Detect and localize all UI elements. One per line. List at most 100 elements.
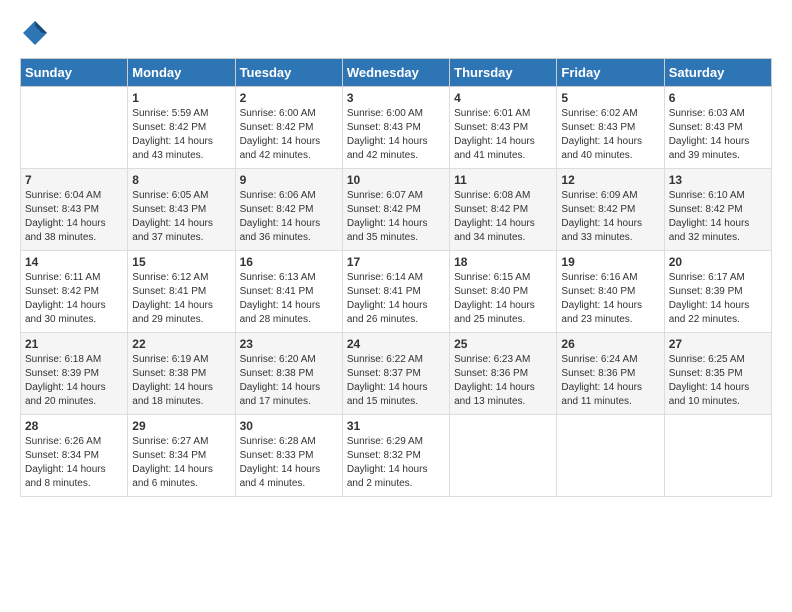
calendar-table: SundayMondayTuesdayWednesdayThursdayFrid… xyxy=(20,58,772,497)
cell-info: Sunrise: 6:10 AMSunset: 8:42 PMDaylight:… xyxy=(669,189,767,245)
calendar-cell: 8 Sunrise: 6:05 AMSunset: 8:43 PMDaylight… xyxy=(128,169,235,251)
day-number: 17 xyxy=(347,255,445,269)
cell-info: Sunrise: 6:28 AMSunset: 8:33 PMDaylight:… xyxy=(240,435,338,491)
header-day: Sunday xyxy=(21,59,128,87)
calendar-cell: 21 Sunrise: 6:18 AMSunset: 8:39 PMDayligh… xyxy=(21,333,128,415)
day-number: 18 xyxy=(454,255,552,269)
cell-info: Sunrise: 6:07 AMSunset: 8:42 PMDaylight:… xyxy=(347,189,445,245)
day-number: 1 xyxy=(132,91,230,105)
calendar-cell xyxy=(557,415,664,497)
page: SundayMondayTuesdayWednesdayThursdayFrid… xyxy=(0,0,792,507)
cell-info: Sunrise: 6:19 AMSunset: 8:38 PMDaylight:… xyxy=(132,353,230,409)
header xyxy=(20,18,772,48)
cell-info: Sunrise: 6:17 AMSunset: 8:39 PMDaylight:… xyxy=(669,271,767,327)
day-number: 21 xyxy=(25,337,123,351)
calendar-cell: 18 Sunrise: 6:15 AMSunset: 8:40 PMDayligh… xyxy=(450,251,557,333)
calendar-body: 1 Sunrise: 5:59 AMSunset: 8:42 PMDaylight… xyxy=(21,87,772,497)
calendar-cell: 17 Sunrise: 6:14 AMSunset: 8:41 PMDayligh… xyxy=(342,251,449,333)
day-number: 20 xyxy=(669,255,767,269)
calendar-cell: 29 Sunrise: 6:27 AMSunset: 8:34 PMDayligh… xyxy=(128,415,235,497)
calendar-cell: 30 Sunrise: 6:28 AMSunset: 8:33 PMDayligh… xyxy=(235,415,342,497)
calendar-cell: 15 Sunrise: 6:12 AMSunset: 8:41 PMDayligh… xyxy=(128,251,235,333)
day-number: 29 xyxy=(132,419,230,433)
calendar-cell: 31 Sunrise: 6:29 AMSunset: 8:32 PMDayligh… xyxy=(342,415,449,497)
cell-info: Sunrise: 6:01 AMSunset: 8:43 PMDaylight:… xyxy=(454,107,552,163)
header-day: Tuesday xyxy=(235,59,342,87)
cell-info: Sunrise: 6:24 AMSunset: 8:36 PMDaylight:… xyxy=(561,353,659,409)
cell-info: Sunrise: 6:06 AMSunset: 8:42 PMDaylight:… xyxy=(240,189,338,245)
cell-info: Sunrise: 6:29 AMSunset: 8:32 PMDaylight:… xyxy=(347,435,445,491)
day-number: 15 xyxy=(132,255,230,269)
day-number: 31 xyxy=(347,419,445,433)
calendar-cell: 13 Sunrise: 6:10 AMSunset: 8:42 PMDayligh… xyxy=(664,169,771,251)
calendar-cell: 10 Sunrise: 6:07 AMSunset: 8:42 PMDayligh… xyxy=(342,169,449,251)
cell-info: Sunrise: 6:00 AMSunset: 8:42 PMDaylight:… xyxy=(240,107,338,163)
day-number: 3 xyxy=(347,91,445,105)
day-number: 4 xyxy=(454,91,552,105)
header-day: Wednesday xyxy=(342,59,449,87)
day-number: 10 xyxy=(347,173,445,187)
calendar-cell: 9 Sunrise: 6:06 AMSunset: 8:42 PMDaylight… xyxy=(235,169,342,251)
cell-info: Sunrise: 6:09 AMSunset: 8:42 PMDaylight:… xyxy=(561,189,659,245)
calendar-cell: 14Sunrise: 6:11 AMSunset: 8:42 PMDayligh… xyxy=(21,251,128,333)
day-number: 23 xyxy=(240,337,338,351)
cell-info: Sunrise: 6:22 AMSunset: 8:37 PMDaylight:… xyxy=(347,353,445,409)
calendar-cell xyxy=(21,87,128,169)
calendar-cell: 12 Sunrise: 6:09 AMSunset: 8:42 PMDayligh… xyxy=(557,169,664,251)
day-number: 8 xyxy=(132,173,230,187)
calendar-cell: 4 Sunrise: 6:01 AMSunset: 8:43 PMDaylight… xyxy=(450,87,557,169)
cell-info: Sunrise: 6:05 AMSunset: 8:43 PMDaylight:… xyxy=(132,189,230,245)
calendar-cell: 26 Sunrise: 6:24 AMSunset: 8:36 PMDayligh… xyxy=(557,333,664,415)
calendar-week-row: 1 Sunrise: 5:59 AMSunset: 8:42 PMDaylight… xyxy=(21,87,772,169)
calendar-cell: 28Sunrise: 6:26 AMSunset: 8:34 PMDayligh… xyxy=(21,415,128,497)
calendar-week-row: 7Sunrise: 6:04 AMSunset: 8:43 PMDaylight… xyxy=(21,169,772,251)
calendar-cell xyxy=(664,415,771,497)
cell-info: Sunrise: 6:15 AMSunset: 8:40 PMDaylight:… xyxy=(454,271,552,327)
cell-info: Sunrise: 6:20 AMSunset: 8:38 PMDaylight:… xyxy=(240,353,338,409)
day-number: 24 xyxy=(347,337,445,351)
day-number: 27 xyxy=(669,337,767,351)
day-number: 22 xyxy=(132,337,230,351)
cell-info: Sunrise: 6:00 AMSunset: 8:43 PMDaylight:… xyxy=(347,107,445,163)
calendar-cell: 23 Sunrise: 6:20 AMSunset: 8:38 PMDayligh… xyxy=(235,333,342,415)
calendar-cell: 16Sunrise: 6:13 AMSunset: 8:41 PMDayligh… xyxy=(235,251,342,333)
calendar-cell: 24 Sunrise: 6:22 AMSunset: 8:37 PMDayligh… xyxy=(342,333,449,415)
day-number: 26 xyxy=(561,337,659,351)
cell-info: Sunrise: 6:18 AMSunset: 8:39 PMDaylight:… xyxy=(25,353,123,409)
calendar-cell: 20 Sunrise: 6:17 AMSunset: 8:39 PMDayligh… xyxy=(664,251,771,333)
day-number: 25 xyxy=(454,337,552,351)
day-number: 6 xyxy=(669,91,767,105)
calendar-week-row: 14Sunrise: 6:11 AMSunset: 8:42 PMDayligh… xyxy=(21,251,772,333)
day-number: 12 xyxy=(561,173,659,187)
calendar-cell: 19Sunrise: 6:16 AMSunset: 8:40 PMDayligh… xyxy=(557,251,664,333)
day-number: 30 xyxy=(240,419,338,433)
calendar-cell: 11Sunrise: 6:08 AMSunset: 8:42 PMDayligh… xyxy=(450,169,557,251)
calendar-week-row: 28Sunrise: 6:26 AMSunset: 8:34 PMDayligh… xyxy=(21,415,772,497)
cell-info: Sunrise: 6:11 AMSunset: 8:42 PMDaylight:… xyxy=(25,271,123,327)
header-day: Friday xyxy=(557,59,664,87)
cell-info: Sunrise: 6:14 AMSunset: 8:41 PMDaylight:… xyxy=(347,271,445,327)
calendar-cell: 2Sunrise: 6:00 AMSunset: 8:42 PMDaylight… xyxy=(235,87,342,169)
header-day: Thursday xyxy=(450,59,557,87)
cell-info: Sunrise: 6:25 AMSunset: 8:35 PMDaylight:… xyxy=(669,353,767,409)
cell-info: Sunrise: 6:12 AMSunset: 8:41 PMDaylight:… xyxy=(132,271,230,327)
calendar-cell: 27 Sunrise: 6:25 AMSunset: 8:35 PMDayligh… xyxy=(664,333,771,415)
cell-info: Sunrise: 6:27 AMSunset: 8:34 PMDaylight:… xyxy=(132,435,230,491)
day-number: 13 xyxy=(669,173,767,187)
calendar-cell: 7Sunrise: 6:04 AMSunset: 8:43 PMDaylight… xyxy=(21,169,128,251)
logo xyxy=(20,18,54,48)
day-number: 9 xyxy=(240,173,338,187)
calendar-cell: 6 Sunrise: 6:03 AMSunset: 8:43 PMDaylight… xyxy=(664,87,771,169)
day-number: 5 xyxy=(561,91,659,105)
calendar-cell: 22 Sunrise: 6:19 AMSunset: 8:38 PMDayligh… xyxy=(128,333,235,415)
cell-info: Sunrise: 5:59 AMSunset: 8:42 PMDaylight:… xyxy=(132,107,230,163)
logo-icon xyxy=(20,18,50,48)
cell-info: Sunrise: 6:03 AMSunset: 8:43 PMDaylight:… xyxy=(669,107,767,163)
calendar-cell xyxy=(450,415,557,497)
calendar-cell: 3 Sunrise: 6:00 AMSunset: 8:43 PMDaylight… xyxy=(342,87,449,169)
cell-info: Sunrise: 6:04 AMSunset: 8:43 PMDaylight:… xyxy=(25,189,123,245)
cell-info: Sunrise: 6:26 AMSunset: 8:34 PMDaylight:… xyxy=(25,435,123,491)
day-number: 16 xyxy=(240,255,338,269)
cell-info: Sunrise: 6:23 AMSunset: 8:36 PMDaylight:… xyxy=(454,353,552,409)
cell-info: Sunrise: 6:16 AMSunset: 8:40 PMDaylight:… xyxy=(561,271,659,327)
